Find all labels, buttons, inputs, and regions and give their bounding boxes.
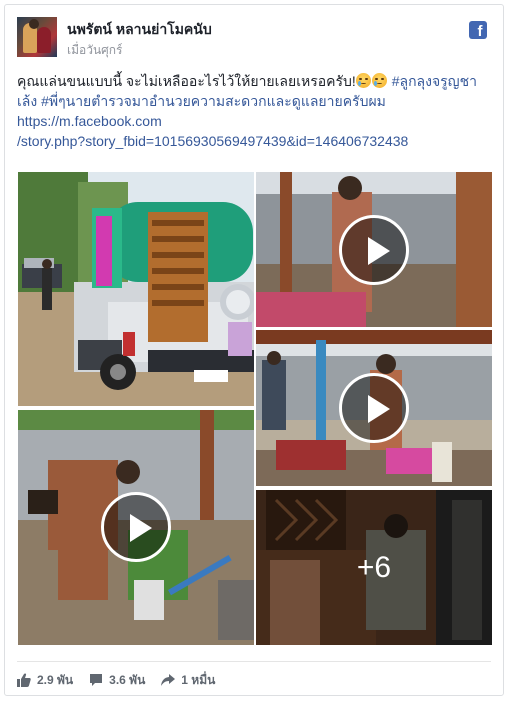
- share-arrow-icon: [161, 674, 176, 686]
- page-avatar[interactable]: [17, 17, 57, 57]
- post-card: นพรัตน์ หลานย่าโมคนับ เมื่อวันศุกร์ f คุ…: [4, 4, 504, 696]
- like-count-text: 2.9 พัน: [37, 672, 74, 687]
- play-icon[interactable]: [339, 215, 409, 285]
- page-name-link[interactable]: นพรัตน์ หลานย่าโมคนับ: [67, 19, 212, 41]
- play-icon[interactable]: [101, 492, 171, 562]
- comment-count-text: 3.6 พัน: [109, 672, 146, 687]
- comment-count[interactable]: 3.6 พัน: [89, 671, 145, 690]
- video-thumbnail-3[interactable]: [18, 410, 254, 645]
- video-thumbnail-2[interactable]: [256, 330, 492, 486]
- photo-more[interactable]: +6: [256, 490, 492, 645]
- share-count-text: 1 หมื่น: [181, 672, 216, 687]
- share-count[interactable]: 1 หมื่น: [161, 671, 215, 690]
- post-timestamp[interactable]: เมื่อวันศุกร์: [67, 41, 123, 60]
- like-count[interactable]: 2.9 พัน: [17, 671, 73, 690]
- facebook-logo-icon[interactable]: f: [469, 21, 487, 39]
- post-url-link-continued[interactable]: /story.php?story_fbid=10156930569497439&…: [17, 133, 408, 149]
- play-icon[interactable]: [339, 373, 409, 443]
- photo-truck-image: [18, 172, 254, 406]
- post-text-main: คุณแล่นขนแบบนี้ จะไม่เหลืออะไรไว้ให้ยายเ…: [17, 73, 356, 89]
- sad-tear-emoji-icon: [355, 73, 371, 88]
- comment-bubble-icon: [90, 674, 103, 686]
- more-photos-overlay[interactable]: +6: [256, 490, 492, 645]
- sad-tear-emoji-icon: [371, 73, 387, 88]
- engagement-bar: 2.9 พัน 3.6 พัน 1 หมื่น: [17, 667, 231, 693]
- post-header: นพรัตน์ หลานย่าโมคนับ เมื่อวันศุกร์ f: [17, 17, 491, 61]
- post-body: คุณแล่นขนแบบนี้ จะไม่เหลืออะไรไว้ให้ยายเ…: [17, 71, 493, 151]
- video-thumbnail-1[interactable]: [256, 172, 492, 327]
- hashtag-link[interactable]: #พี่ๆนายตำรวจมาอำนวยความสะดวกและดูแลยายค…: [41, 93, 386, 109]
- photo-grid: +6: [18, 172, 492, 645]
- actions-divider: [17, 661, 491, 662]
- thumbs-up-icon: [17, 673, 31, 687]
- post-url-link[interactable]: https://m.facebook.com: [17, 113, 162, 129]
- photo-truck[interactable]: [18, 172, 254, 406]
